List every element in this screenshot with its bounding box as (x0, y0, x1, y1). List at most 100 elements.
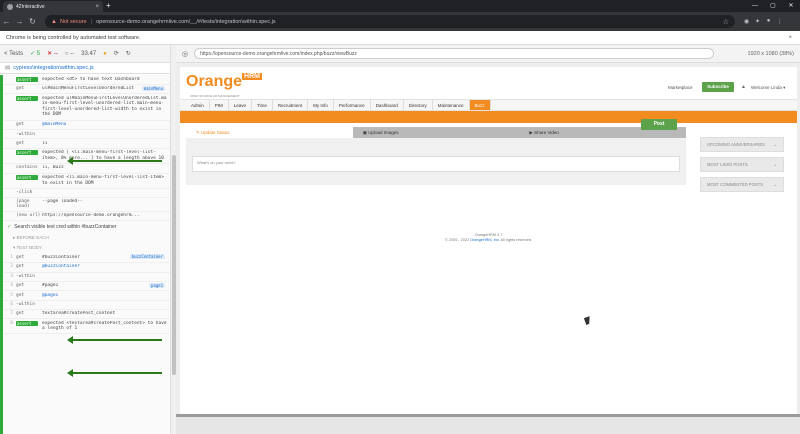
browser-tab[interactable]: 42Interactive × (3, 1, 103, 12)
command-row[interactable]: 8 assert expected <textarea#createPost_con… (3, 319, 170, 335)
menu-item-leave[interactable]: Leave (229, 100, 253, 110)
footer-link[interactable]: OrangeHRM, Inc (470, 238, 499, 242)
logo-orange: Orange (186, 73, 243, 90)
auto-scroll-icon[interactable]: ⟳ (114, 50, 119, 57)
passed-check-icon: ✓ (7, 224, 12, 231)
tab-upload-images[interactable]: ▣ Upload Images (353, 127, 520, 138)
menu-kebab-icon[interactable]: ⋮ (774, 18, 785, 25)
menu-item-recruitment[interactable]: Recruitment (273, 100, 309, 110)
command-row[interactable]: 6 -within (3, 301, 170, 310)
test-body-section[interactable]: ▾ TEST BODY (3, 243, 170, 253)
command-row[interactable]: 3 -within (3, 273, 170, 282)
app-under-test-panel: ◎ https://opensource-demo.orangehrmlive.… (176, 45, 800, 434)
command-row[interactable]: assert expected ul#mainMenuFirstLevelUnor… (3, 94, 170, 121)
menu-item-admin[interactable]: Admin (186, 100, 210, 110)
chevron-down-icon: ⌄ (773, 182, 777, 187)
welcome-user-menu[interactable]: Welcome Linda ▾ (751, 85, 785, 91)
restart-icon[interactable]: ↻ (126, 50, 131, 57)
command-row[interactable]: -click (3, 189, 170, 198)
command-message: https://opensource-demo.orangehrm... (42, 213, 140, 219)
forward-icon[interactable]: → (13, 17, 26, 26)
most-liked-posts-panel[interactable]: MOST LIKED POSTS ⌄ (700, 157, 784, 172)
menu-item-dashboard[interactable]: Dashboard (371, 100, 404, 110)
post-tabs: ✎ Update Status ▣ Upload Images ▶ Share … (186, 127, 686, 138)
hooks-section[interactable]: ▸ BEFORE EACH (3, 233, 170, 243)
status-textarea[interactable]: What's on your mind? (192, 156, 680, 172)
command-row[interactable]: 7 get textarea#createPost_content (3, 310, 170, 320)
annotation-arrow-1 (67, 157, 162, 165)
command-row[interactable]: assert expected <dt> to have text Dashboa… (3, 75, 170, 85)
command-row[interactable]: get @mainMenu (3, 121, 170, 131)
command-row[interactable]: 1 get #buzzContainer buzzContainer (3, 253, 170, 263)
menu-item-time[interactable]: Time (252, 100, 273, 110)
buzz-post-box: ✎ Update Status ▣ Upload Images ▶ Share … (186, 127, 686, 185)
menu-item-performance[interactable]: Performance (334, 100, 371, 110)
command-name: -click (16, 190, 33, 196)
extension-icons: ◉ ✦ ● ⋮ (741, 18, 785, 25)
menu-item-directory[interactable]: Directory (404, 100, 433, 110)
panel-label: MOST LIKED POSTS (707, 162, 748, 167)
selector-playground-icon[interactable]: ◎ (182, 50, 188, 58)
tab-close-icon[interactable]: × (95, 4, 99, 10)
command-name: assert (16, 150, 38, 156)
new-tab-button[interactable]: + (106, 1, 111, 11)
command-row[interactable]: get li (3, 139, 170, 149)
marketplace-link[interactable]: Marketplace (668, 85, 693, 90)
tab-title: 42Interactive (16, 3, 45, 10)
command-name: get (16, 254, 25, 260)
reporter-header: < Tests ✓ 5 ✕ -- ○ -- 33.47 ● ⟳ ↻ (0, 45, 176, 63)
profile-icon[interactable]: ● (763, 18, 774, 25)
menu-item-my-info[interactable]: My Info (308, 100, 334, 110)
notification-bell-icon[interactable]: ▲ (741, 84, 746, 90)
reload-icon[interactable]: ↻ (26, 17, 39, 26)
spec-path[interactable]: cypress\integration\within.spec.js (13, 65, 93, 71)
infobar-close-icon[interactable]: × (788, 35, 792, 41)
screen: 42Interactive × + — ▢ ✕ ← → ↻ ▲ Not secu… (0, 0, 800, 434)
orangehrm-header: Orange HRM OPEN SOURCE HR MANAGEMENT Mark… (180, 67, 797, 99)
command-name: get (16, 292, 25, 298)
running-indicator-icon: ● (103, 50, 107, 57)
aut-url[interactable]: https://opensource-demo.orangehrmlive.co… (194, 48, 715, 59)
command-row[interactable]: 5 get @page1 (3, 291, 170, 301)
post-button[interactable]: Post (641, 119, 677, 130)
command-number: 6 (10, 302, 13, 308)
maximize-icon[interactable]: ▢ (764, 0, 782, 12)
command-row[interactable]: get ul#mainMenuFirstLevelUnorderedList mai… (3, 85, 170, 95)
command-name: assert (16, 320, 38, 326)
failed-count: ✕ -- (47, 51, 58, 57)
tab-update-status[interactable]: ✎ Update Status (186, 127, 353, 138)
command-row[interactable]: contains li, Buzz (3, 164, 170, 174)
upcoming-anniversaries-panel[interactable]: UPCOMING ANNIVERSARIES ⌄ (700, 137, 784, 152)
command-row[interactable]: (new url) https://opensource-demo.orangeh… (3, 212, 170, 222)
command-row[interactable]: assert expected <li.main-menu-first-level… (3, 174, 170, 189)
extension-icon[interactable]: ◉ (741, 18, 752, 25)
alias-tag: mainMenu (141, 85, 165, 91)
command-row[interactable]: 2 get @buzzContainer (3, 263, 170, 273)
command-number: 4 (10, 283, 13, 288)
menu-item-pim[interactable]: PIM (210, 100, 229, 110)
footer-copy-pre: © 2005 - 2022 (444, 238, 471, 242)
command-message: @mainMenu (42, 122, 67, 128)
main-menu: Admin PIM Leave Time Recruitment My Info Perfo… (180, 99, 797, 111)
address-bar[interactable]: ▲ Not secure | opensource-demo.orangehrm… (45, 15, 735, 28)
command-name: (new url) (16, 213, 41, 219)
test-title[interactable]: ✓ Search visible text cred within #buzzC… (3, 221, 170, 233)
menu-item-buzz[interactable]: Buzz (469, 100, 491, 110)
aut-bottom-scrollbar[interactable] (176, 414, 800, 434)
panel-label: MOST COMMENTED POSTS (707, 182, 763, 187)
address-url[interactable]: opensource-demo.orangehrmlive.com/__/#/t… (96, 19, 723, 25)
menu-item-maintenance[interactable]: Maintenance (433, 100, 470, 110)
bookmark-star-icon[interactable]: ☆ (723, 18, 729, 26)
command-row[interactable]: -within (3, 130, 170, 140)
command-row[interactable]: 4 get #page1 page1 (3, 282, 170, 292)
close-window-icon[interactable]: ✕ (782, 0, 800, 12)
command-number: 1 (10, 254, 13, 260)
command-name: (page load) (16, 199, 30, 210)
back-icon[interactable]: ← (0, 17, 13, 26)
tests-button[interactable]: < Tests (4, 51, 23, 57)
extension-puzzle-icon[interactable]: ✦ (752, 18, 763, 25)
command-row[interactable]: (page load) --page loaded-- (3, 198, 170, 212)
minimize-icon[interactable]: — (746, 0, 764, 12)
subscribe-button[interactable]: Subscribe (702, 82, 734, 92)
most-commented-posts-panel[interactable]: MOST COMMENTED POSTS ⌄ (700, 177, 784, 192)
